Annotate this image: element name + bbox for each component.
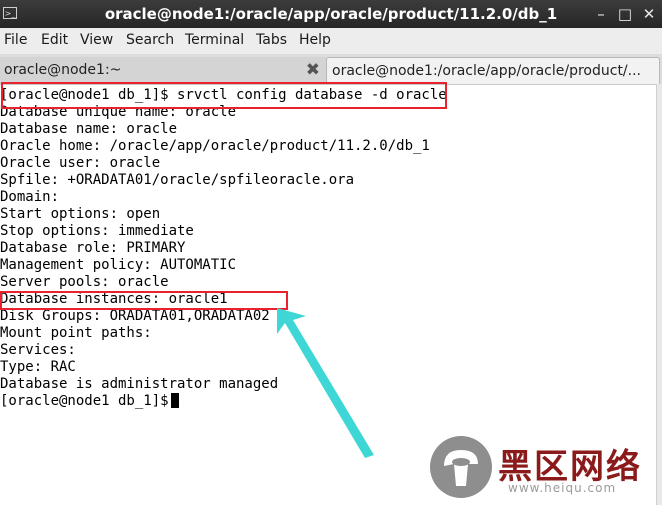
watermark: 黑区网络 www.heiqu.com xyxy=(428,436,662,505)
watermark-logo-icon xyxy=(430,436,492,498)
annotation-arrow xyxy=(277,308,374,458)
arrow-icon xyxy=(277,308,374,458)
watermark-url: www.heiqu.com xyxy=(508,481,617,495)
